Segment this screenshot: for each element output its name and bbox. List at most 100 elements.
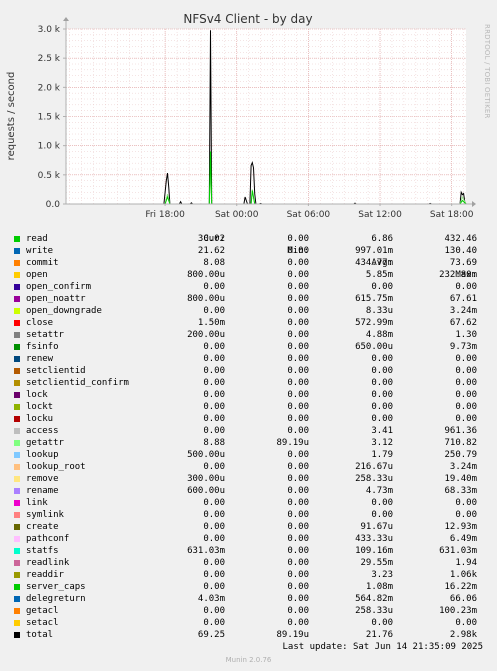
legend-swatch (14, 296, 20, 302)
legend-avg: 650.00u (355, 342, 393, 352)
legend-name: setclientid_confirm (26, 378, 129, 388)
legend-max: 0.00 (455, 510, 477, 520)
legend-name: statfs (26, 546, 59, 556)
legend-avg: 0.00 (371, 618, 393, 628)
legend-name: rename (26, 486, 59, 496)
legend-name: lookup_root (26, 462, 86, 472)
legend-avg: 0.00 (371, 402, 393, 412)
legend-cur: 0.00 (203, 378, 225, 388)
legend-swatch (14, 236, 20, 242)
legend-swatch (14, 500, 20, 506)
rrdtool-credit: RRDTOOL / TOBI OETIKER (483, 24, 491, 119)
y-tick-label: 2.0 k (38, 83, 61, 93)
legend-name: fsinfo (26, 342, 59, 352)
legend-avg: 0.00 (371, 354, 393, 364)
legend-max: 16.22m (444, 582, 477, 592)
legend-cur: 0.00 (203, 606, 225, 616)
legend-cur: 8.08 (203, 258, 225, 268)
legend-min: 0.00 (287, 534, 309, 544)
legend-swatch (14, 344, 20, 350)
legend-swatch (14, 272, 20, 278)
legend-max: 9.73m (449, 342, 477, 352)
legend-min: 0.00 (287, 426, 309, 436)
legend-min: 0.00 (287, 354, 309, 364)
legend-min: 0.00 (287, 366, 309, 376)
legend-item: access 0.00 0.00 3.41 961.36 (0, 425, 497, 437)
x-tick-label: Sat 06:00 (287, 210, 331, 220)
legend-avg: 21.76 (365, 630, 393, 640)
legend-item: lock 0.00 0.00 0.00 0.00 (0, 389, 497, 401)
legend-name: symlink (26, 510, 64, 520)
legend-min: 0.00 (287, 378, 309, 388)
legend-min: 0.00 (287, 318, 309, 328)
legend-name: locku (26, 414, 54, 424)
legend-item: read 30.02 0.00 6.86 432.46 (0, 233, 497, 245)
legend-min: 0.00 (287, 546, 309, 556)
legend-swatch (14, 380, 20, 386)
legend-cur: 631.03m (187, 546, 225, 556)
legend-cur: 800.00u (187, 294, 225, 304)
x-tick-label: Sat 18:00 (430, 210, 474, 220)
legend-min: 0.00 (287, 558, 309, 568)
legend-avg: 997.01m (355, 246, 393, 256)
legend-cur: 0.00 (203, 366, 225, 376)
legend-avg: 1.08m (365, 582, 393, 592)
legend-max: 2.98k (449, 630, 477, 640)
legend-cur: 200.00u (187, 330, 225, 340)
legend-min: 0.00 (287, 330, 309, 340)
legend-item: readlink 0.00 0.00 29.55m 1.94 (0, 557, 497, 569)
y-tick-labels: 0.0 0.5 k 1.0 k 1.5 k 2.0 k 2.5 k 3.0 k (38, 25, 61, 210)
legend-name: remove (26, 474, 59, 484)
legend-max: 100.23m (439, 606, 477, 616)
legend-name: lockt (26, 402, 54, 412)
legend-swatch (14, 476, 20, 482)
legend-cur: 0.00 (203, 534, 225, 544)
legend-item: rename 600.00u 0.00 4.73m 68.33m (0, 485, 497, 497)
legend-name: close (26, 318, 54, 328)
legend-swatch (14, 308, 20, 314)
legend-avg: 564.82m (355, 594, 393, 604)
legend-name: lock (26, 390, 48, 400)
legend-item: total 69.25 89.19u 21.76 2.98k (0, 629, 497, 641)
legend-avg: 434.77m (355, 258, 393, 268)
legend-cur: 0.00 (203, 306, 225, 316)
legend-name: write (26, 246, 54, 256)
legend-cur: 8.88 (203, 438, 225, 448)
legend-min: 89.19u (276, 438, 309, 448)
legend-swatch (14, 356, 20, 362)
legend-name: setattr (26, 330, 64, 340)
legend-cur: 0.00 (203, 462, 225, 472)
legend-min: 0.00 (287, 606, 309, 616)
legend-avg: 216.67u (355, 462, 393, 472)
legend-name: server_caps (26, 582, 86, 592)
legend-swatch (14, 416, 20, 422)
legend-cur: 0.00 (203, 426, 225, 436)
legend-min: 0.00 (287, 306, 309, 316)
legend-item: open_downgrade 0.00 0.00 8.33u 3.24m (0, 305, 497, 317)
legend-cur: 0.00 (203, 342, 225, 352)
legend-name: link (26, 498, 48, 508)
legend-max: 67.61 (449, 294, 477, 304)
legend-swatch (14, 548, 20, 554)
legend-min: 0.00 (287, 342, 309, 352)
legend-cur: 0.00 (203, 618, 225, 628)
y-axis-arrow (63, 17, 69, 21)
legend-swatch (14, 632, 20, 638)
legend-name: readdir (26, 570, 64, 580)
legend-cur: 21.62 (197, 246, 225, 256)
legend-item: create 0.00 0.00 91.67u 12.93m (0, 521, 497, 533)
legend-swatch (14, 440, 20, 446)
legend-cur: 0.00 (203, 402, 225, 412)
legend-cur: 0.00 (203, 582, 225, 592)
legend-max: 0.00 (455, 282, 477, 292)
legend-avg: 4.88m (365, 330, 393, 340)
legend-max: 0.00 (455, 390, 477, 400)
legend-item: open 800.00u 0.00 5.85m 232.80m (0, 269, 497, 281)
legend-swatch (14, 524, 20, 530)
legend-item: write 21.62 0.00 997.01m 130.40 (0, 245, 497, 257)
legend-cur: 0.00 (203, 390, 225, 400)
legend-name: commit (26, 258, 59, 268)
legend-avg: 258.33u (355, 474, 393, 484)
legend-swatch (14, 428, 20, 434)
legend-max: 0.00 (455, 402, 477, 412)
